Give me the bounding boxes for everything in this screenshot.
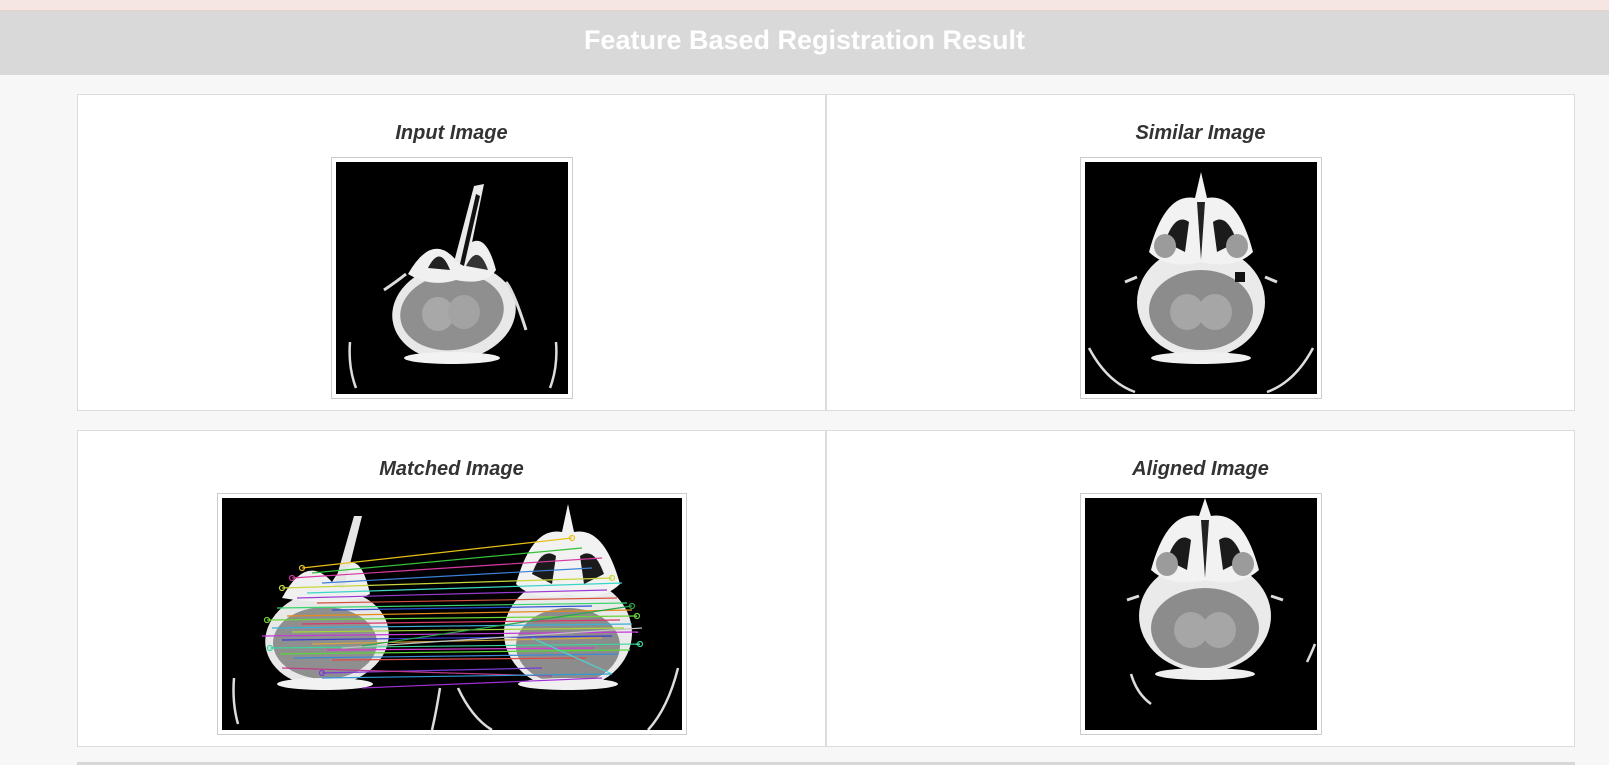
aligned-image-frame [1080, 493, 1322, 735]
aligned-image-panel: Aligned Image [826, 430, 1575, 747]
input-image-frame [331, 157, 573, 399]
similar-image [1085, 162, 1317, 394]
input-image-panel: Input Image [77, 94, 826, 411]
similar-image-panel: Similar Image [826, 94, 1575, 411]
similar-image-title: Similar Image [1135, 122, 1266, 144]
input-image-title: Input Image [395, 122, 508, 144]
matched-image-panel: Matched Image [77, 430, 826, 747]
page-header: Feature Based Registration Result [0, 11, 1609, 75]
matched-image-frame [217, 493, 687, 735]
similar-image-frame [1080, 157, 1322, 399]
browser-top-strip [0, 0, 1609, 11]
aligned-image [1085, 498, 1317, 730]
matched-image [222, 498, 682, 730]
matched-image-title: Matched Image [379, 458, 524, 480]
input-image [336, 162, 568, 394]
page-title: Feature Based Registration Result [583, 25, 1026, 55]
aligned-image-title: Aligned Image [1132, 458, 1269, 480]
